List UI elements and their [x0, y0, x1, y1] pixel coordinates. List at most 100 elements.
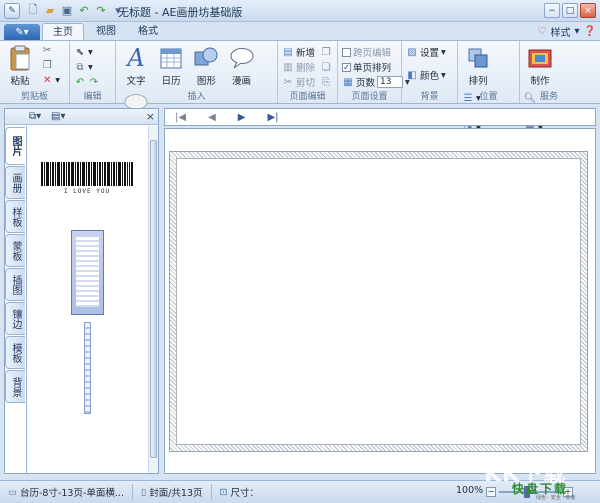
zoom-in-button[interactable]: + — [563, 487, 573, 497]
list-mode-icon[interactable]: ▤▾ — [51, 111, 65, 122]
tab-format[interactable]: 格式 — [128, 23, 168, 40]
minimize-button[interactable]: − — [544, 3, 560, 18]
cut-small-button[interactable]: ✂ — [41, 43, 60, 57]
page-icon: ▯ — [140, 486, 147, 498]
close-button[interactable]: × — [580, 3, 596, 18]
page-copy-icon: ❐ — [321, 46, 331, 58]
paste-button[interactable]: 粘贴 — [4, 43, 36, 89]
tab-samples[interactable]: 样板 — [5, 200, 25, 233]
tab-backgrounds[interactable]: 背景 — [5, 370, 25, 403]
single-page-checkbox[interactable]: ✓ 单页排列 — [342, 60, 410, 74]
next-page-button[interactable]: ▶ — [238, 112, 246, 123]
view-mode-icon[interactable]: ⧉▾ — [29, 111, 41, 122]
tab-images[interactable]: 图片 — [5, 127, 25, 165]
app-logo-icon[interactable]: ✎ — [4, 2, 20, 19]
app-menu-button[interactable]: ✎▾ — [4, 24, 40, 40]
panel-splitter[interactable] — [160, 108, 163, 474]
tab-home[interactable]: 主页 — [42, 23, 84, 40]
insert-shape-button[interactable]: 图形 — [190, 43, 222, 89]
cut-page-button[interactable]: ✂ 剪切 — [282, 75, 316, 90]
crop-button[interactable]: ⧉ ▾ — [74, 60, 100, 74]
copy-icon: ❐ — [42, 59, 52, 71]
zoom-slider-knob[interactable] — [524, 486, 530, 498]
page-edit-group-label: 页面编辑 — [289, 92, 326, 102]
select-button[interactable]: ⬉ ▾ — [74, 45, 100, 59]
ribbon-tabs: ✎▾ 主页 视图 格式 — [0, 22, 600, 40]
last-page-button[interactable]: ▶| — [267, 112, 278, 123]
app-menu-icon: ✎▾ — [15, 26, 29, 38]
group-page-edit: ▤ 新增 ▥ 删除 ✂ 剪切 ❐ ❏ ⎘ 页面编辑 — [278, 41, 338, 103]
chevron-down-icon: ▾ — [441, 69, 446, 81]
arrange-button[interactable]: 排列 — [462, 43, 494, 89]
new-page-icon: ▤ — [283, 46, 293, 58]
scrollbar-thumb[interactable] — [150, 140, 157, 458]
arrange-label: 排列 — [468, 76, 488, 87]
tab-albums[interactable]: 画册 — [5, 166, 25, 199]
insert-comic-button[interactable]: 漫画 — [226, 43, 258, 89]
resource-panel-scrollbar[interactable] — [148, 126, 158, 473]
page-area[interactable] — [176, 158, 581, 445]
paste-label: 粘贴 — [10, 76, 30, 87]
chevron-down-icon: ▾ — [88, 46, 93, 58]
insert-calendar-label: 日历 — [161, 76, 181, 87]
open-folder-icon[interactable]: ▰ — [43, 4, 57, 18]
text-icon: A — [127, 44, 145, 72]
panel-close-button[interactable]: × — [146, 110, 155, 123]
spread-edit-checkbox[interactable]: 跨页编辑 — [342, 45, 410, 59]
new-file-icon[interactable]: 🗋 — [26, 3, 40, 18]
editing-canvas[interactable] — [164, 128, 596, 474]
save-icon[interactable]: ▣ — [60, 4, 74, 18]
page-count-select[interactable]: 13 — [377, 76, 404, 88]
image-thumbnail-document[interactable] — [71, 230, 104, 315]
delete-small-button[interactable]: ✕ ▾ — [41, 73, 60, 87]
tab-masks[interactable]: 蒙板 — [5, 234, 25, 267]
resource-panel: ⧉▾ ▤▾ × 图片 画册 样板 蒙板 插图 镶边 模板 背景 I LOVE Y… — [4, 108, 159, 474]
background-settings-button[interactable]: ▨ 设置 ▾ — [406, 45, 446, 60]
window-title: 无标题 - AE画册坊基础版 — [118, 6, 243, 19]
undo-redo-button[interactable]: ↶ ↷ — [74, 75, 100, 89]
chevron-down-icon: ▾ — [574, 26, 580, 37]
resource-tabs: 图片 画册 样板 蒙板 插图 镶边 模板 背景 — [5, 127, 25, 404]
insert-shape-label: 图形 — [196, 76, 216, 87]
image-thumbnail-strip[interactable] — [84, 322, 91, 414]
insert-calendar-button[interactable]: 日历 — [155, 43, 187, 89]
zoom-out-button[interactable]: − — [486, 487, 496, 497]
delete-page-button[interactable]: ▥ 删除 — [282, 60, 315, 75]
page-count-label: 页数 — [356, 78, 376, 89]
barcode-thumbnail[interactable] — [41, 162, 133, 186]
previous-page-button[interactable]: ◀ — [208, 112, 216, 123]
spread-edit-check — [342, 47, 351, 57]
style-menu[interactable]: ♡ 样式 ▾ ❓ — [538, 24, 596, 39]
insert-text-button[interactable]: A 文字 — [120, 43, 152, 89]
maximize-button[interactable]: □ — [562, 3, 578, 18]
page-move-button[interactable]: ⎘ — [320, 75, 332, 89]
page-copy-button[interactable]: ❐ — [320, 45, 332, 59]
single-page-label: 单页排列 — [353, 63, 392, 74]
page-navigation-bar: |◀ ◀ ▶ ▶| — [164, 108, 596, 126]
background-group-label: 背景 — [420, 92, 439, 102]
group-clipboard: 粘贴 ✂ ❐ ✕ ▾ 剪贴板 — [0, 41, 70, 103]
help-icon[interactable]: ❓ — [584, 26, 596, 37]
page-paste-icon: ❏ — [321, 61, 331, 73]
new-page-button[interactable]: ▤ 新增 — [282, 45, 315, 60]
tab-templates[interactable]: 模板 — [5, 336, 25, 369]
heart-icon: ♡ — [537, 26, 547, 37]
cut-page-label: 剪切 — [296, 78, 316, 89]
tab-illustrations[interactable]: 插图 — [5, 268, 25, 301]
title-bar: ✎ 🗋 ▰ ▣ ↶ ↷ ▾ 无标题 - AE画册坊基础版 − □ × — [0, 0, 600, 22]
spread-edit-label: 跨页编辑 — [353, 48, 392, 59]
page-paste-button[interactable]: ❏ — [320, 60, 332, 74]
speech-bubble-icon — [229, 45, 255, 71]
redo-icon[interactable]: ↷ — [94, 4, 108, 18]
make-button[interactable]: 制作 — [524, 43, 556, 89]
group-position: 排列 ☰▾ ▲▾ ◔▾ 位置 — [458, 41, 520, 134]
status-calendar-type: ▭ 台历-8寸-13页-单面横... — [0, 484, 133, 500]
tab-borders[interactable]: 镶边 — [5, 302, 25, 335]
background-color-button[interactable]: ◧ 颜色 ▾ — [406, 68, 446, 83]
undo-icon[interactable]: ↶ — [77, 4, 91, 18]
copy-small-button[interactable]: ❐ — [41, 58, 60, 72]
insert-group-label: 插入 — [187, 92, 206, 102]
tab-view[interactable]: 视图 — [86, 23, 126, 40]
first-page-button[interactable]: |◀ — [175, 112, 186, 123]
page-bleed-frame — [169, 151, 588, 452]
